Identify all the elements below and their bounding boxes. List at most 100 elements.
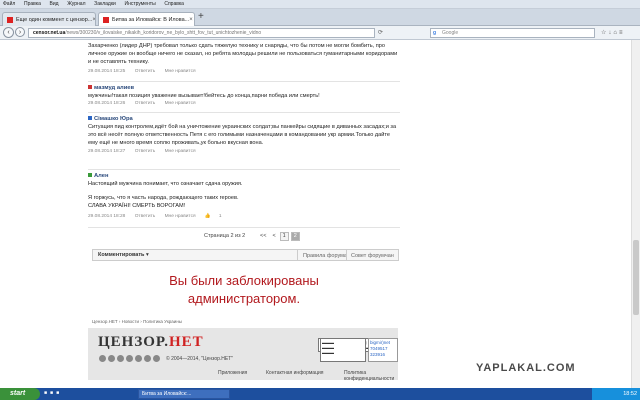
comment-text: Захарченко (лидер ДНР) требовал только с… (88, 43, 398, 66)
rating-badge[interactable]: ▬▬▬ ▬▬▬ ▬▬▬ (320, 338, 366, 362)
comment-meta: 29.08.2014 18:28 Ответить Мне нравится 👍… (88, 213, 400, 220)
close-icon[interactable]: × (189, 17, 193, 23)
like-count: 👍 1 (205, 214, 230, 219)
comment-meta: 29.08.2014 18:25 Ответить Мне нравится (88, 68, 400, 75)
comment-author[interactable]: Сімашко Юра (88, 115, 400, 123)
forum-rules-link[interactable]: Правила форума (303, 253, 347, 259)
navigation-bar: ‹ › censor.net.ua/news/300230/v_ilovaisk… (0, 26, 640, 40)
reply-link[interactable]: Ответить (135, 101, 156, 106)
logo-net: НЕТ (168, 334, 204, 350)
new-tab-icon[interactable]: + (198, 12, 204, 22)
prev-page-link[interactable]: < (270, 233, 277, 240)
menu-view[interactable]: Вид (50, 0, 59, 9)
user-flag-icon (88, 85, 92, 90)
like-link[interactable]: Мне нравится (165, 69, 196, 74)
site-logo[interactable]: ЦЕНЗОР.НЕТ (98, 334, 204, 351)
comment-meta: 29.08.2014 18:26 Ответить Мне нравится (88, 100, 400, 107)
forward-arrow-icon[interactable]: › (15, 27, 25, 37)
toolbar-icons: ☆↓⌂≡ (601, 29, 625, 36)
social-icon[interactable] (117, 355, 124, 362)
comment: Ален Настоящий мужчина понимает, что озн… (88, 172, 400, 220)
comment-author[interactable]: мазмуд алиев (88, 84, 400, 92)
close-icon[interactable]: × (92, 17, 95, 23)
footer-link-contacts[interactable]: Контактная информация (266, 370, 323, 376)
search-placeholder: Google (442, 30, 459, 36)
bigmir-count-2: 323916 (370, 352, 386, 357)
comment: мазмуд алиев мужчины!такая позиция уваже… (88, 84, 400, 107)
task-label: Битва за Иловайск:... (142, 391, 192, 397)
comment-author[interactable]: Ален (88, 172, 400, 180)
breadcrumb[interactable]: Цензор.НЕТ › Новости › Политика Украины (92, 319, 182, 324)
site-favicon-icon (7, 16, 13, 23)
tab-title: Битва за Иловайск: В Илова... (112, 16, 190, 23)
social-icon[interactable] (153, 355, 160, 362)
social-icon[interactable] (108, 355, 115, 362)
tab-2[interactable]: Битва за Иловайск: В Илова... × (98, 12, 195, 26)
comment-text: Я горжусь, что я часть народа, рождающег… (88, 195, 239, 202)
social-icon[interactable] (99, 355, 106, 362)
start-button[interactable]: start (0, 388, 40, 400)
taskbar: start ■■■ Битва за Иловайск:... 18:52 (0, 388, 640, 400)
app-icon[interactable]: ■ (56, 390, 62, 396)
pagination: Страница 2 из 2 << <1 2 (88, 231, 400, 243)
council-link[interactable]: Совет форумчан (351, 253, 394, 259)
user-flag-icon (88, 116, 92, 121)
like-link[interactable]: Мне нравится (165, 149, 196, 154)
reply-link[interactable]: Ответить (135, 149, 156, 154)
reply-link[interactable]: Ответить (135, 214, 156, 219)
comment-button[interactable]: Комментировать ▾ (98, 252, 149, 258)
divider (88, 112, 400, 113)
like-link[interactable]: Мне нравится (165, 101, 196, 106)
comment-text: СЛАВА УКРАЇНІ! СМЕРТЬ ВОРОГАМ! (88, 203, 186, 210)
google-icon: g (433, 30, 437, 36)
page-2-current: 2 (290, 232, 300, 241)
quick-launch-icons: ■■■ (44, 390, 84, 398)
social-icon[interactable] (144, 355, 151, 362)
menu-icon[interactable]: ≡ (619, 30, 625, 36)
scrollbar-thumb[interactable] (633, 240, 639, 315)
taskbar-item[interactable]: Битва за Иловайск:... (138, 389, 230, 399)
comment-text: Настоящий мужчина понимает, что означает… (88, 181, 243, 187)
menu-bookmarks[interactable]: Закладки (94, 0, 116, 9)
clock: 18:52 (623, 391, 637, 397)
menu-history[interactable]: Журнал (67, 0, 85, 9)
menu-tools[interactable]: Инструменты (124, 0, 155, 9)
rating-graphic: ▬▬▬ ▬▬▬ ▬▬▬ (322, 340, 334, 355)
tab-1[interactable]: Еще один коммент с цензор... × (2, 12, 96, 26)
menu-bar: Файл Правка Вид Журнал Закладки Инструме… (0, 0, 640, 9)
address-bar[interactable]: censor.net.ua/news/300230/v_ilovaiske_ni… (28, 28, 375, 38)
reply-link[interactable]: Ответить (135, 69, 156, 74)
comment-date: 29.08.2014 18:27 (88, 148, 126, 154)
url-domain: censor.net.ua (33, 30, 66, 36)
reload-icon[interactable]: ⟳ (378, 29, 383, 36)
social-icon[interactable] (135, 355, 142, 362)
user-flag-icon (88, 173, 92, 178)
like-link[interactable]: Мне нравится (165, 214, 196, 219)
system-tray: 18:52 (592, 388, 640, 400)
comment-button-label: Комментировать (98, 252, 145, 258)
comment-meta: 29.08.2014 18:27 Ответить Мне нравится (88, 148, 400, 155)
site-favicon-icon (103, 16, 109, 23)
search-input[interactable]: g Google (430, 28, 595, 38)
bigmir-counter[interactable]: bigmir)net 7049517 323916 (368, 338, 398, 362)
menu-help[interactable]: Справка (164, 0, 184, 9)
social-icons (99, 355, 162, 364)
back-arrow-icon[interactable]: ‹ (3, 27, 14, 38)
page-label: Страница 2 из 2 (204, 233, 246, 239)
author-name: Сімашко Юра (94, 116, 133, 122)
page-1-link[interactable]: 1 (279, 232, 289, 241)
first-page-link[interactable]: << (258, 233, 268, 240)
comment: Сімашко Юра Ситуация пид контролем,идёт … (88, 115, 400, 155)
comment-text: мужчины!такая позиция уважение вызывает!… (88, 93, 320, 99)
social-icon[interactable] (126, 355, 133, 362)
menu-file[interactable]: Файл (3, 0, 15, 9)
menu-edit[interactable]: Правка (24, 0, 41, 9)
footer-link-apps[interactable]: Приложения (218, 370, 247, 376)
scrollbar[interactable] (631, 40, 640, 391)
divider (88, 227, 400, 228)
comment: Захарченко (лидер ДНР) требовал только с… (88, 42, 400, 75)
separator (297, 250, 298, 261)
divider (88, 169, 400, 170)
logo-main: ЦЕНЗОР. (98, 334, 169, 350)
footer-link-privacy[interactable]: Политика конфиденциальности (344, 370, 398, 382)
